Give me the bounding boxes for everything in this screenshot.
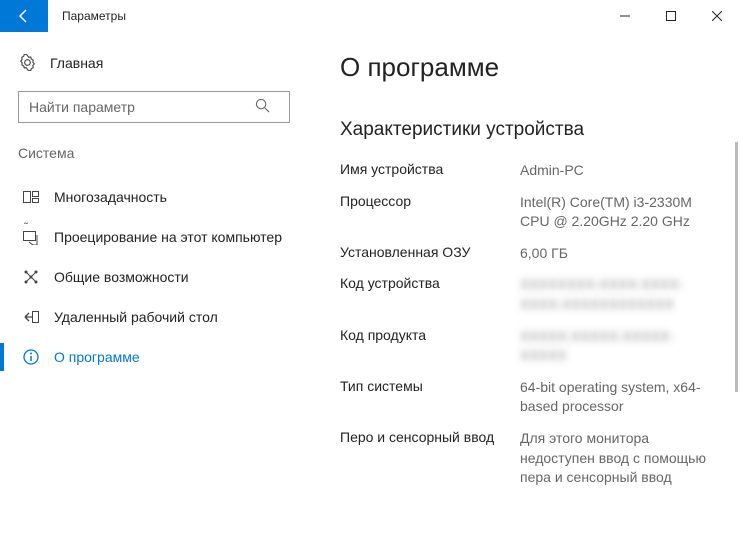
minimize-icon	[620, 11, 630, 21]
shared-icon	[22, 269, 40, 285]
sidebar-item-multitasking[interactable]: Многозадачность	[18, 177, 302, 217]
sidebar-item-label: Общие возможности	[54, 269, 189, 285]
multitasking-icon	[22, 189, 40, 205]
sidebar-nav: Многозадачность Проецирование на этот ко…	[18, 177, 302, 377]
spec-row-ram: Установленная ОЗУ 6,00 ГБ	[340, 244, 728, 264]
home-link[interactable]: Главная	[18, 50, 302, 75]
info-icon	[22, 349, 40, 365]
minimize-button[interactable]	[602, 0, 648, 32]
titlebar: Параметры	[0, 0, 740, 32]
sidebar-group-title: Система	[18, 145, 302, 161]
sidebar-item-label: Проецирование на этот компьютер	[54, 229, 282, 245]
spec-value-blurred: XXXXX-XXXXX-XXXXX-XXXXX	[520, 327, 728, 366]
spec-row-device-name: Имя устройства Admin-PC	[340, 161, 728, 181]
sidebar-item-shared-experiences[interactable]: Общие возможности	[18, 257, 302, 297]
content-area: Главная Система ͂ Многозадачность Проеци…	[0, 32, 740, 543]
spec-row-product-id: Код продукта XXXXX-XXXXX-XXXXX-XXXXX	[340, 327, 728, 366]
spec-value: Admin-PC	[520, 161, 728, 181]
search-box	[18, 91, 302, 123]
section-title-device-specs: Характеристики устройства	[340, 119, 728, 141]
maximize-icon	[666, 11, 676, 21]
spec-row-processor: Процессор Intel(R) Core(TM) i3-2330M CPU…	[340, 193, 728, 232]
spec-label: Перо и сенсорный ввод	[340, 429, 520, 445]
spec-label: Код устройства	[340, 275, 520, 291]
spec-label: Процессор	[340, 193, 520, 209]
sidebar-item-about[interactable]: О программе	[18, 337, 302, 377]
sidebar-item-label: Многозадачность	[54, 189, 167, 205]
gear-icon	[18, 54, 36, 71]
maximize-button[interactable]	[648, 0, 694, 32]
sidebar-item-remote-desktop[interactable]: Удаленный рабочий стол	[18, 297, 302, 337]
window-controls	[602, 0, 740, 32]
sidebar: Главная Система ͂ Многозадачность Проеци…	[0, 32, 320, 543]
spec-value: 6,00 ГБ	[520, 244, 728, 264]
main-pane: О программе Характеристики устройства Им…	[320, 32, 740, 543]
spec-label: Код продукта	[340, 327, 520, 343]
window-title: Параметры	[48, 0, 602, 32]
home-label: Главная	[50, 55, 103, 71]
spec-row-device-id: Код устройства XXXXXXXX-XXXX-XXXX-XXXX-X…	[340, 275, 728, 314]
spec-row-system-type: Тип системы 64-bit operating system, x64…	[340, 378, 728, 417]
spec-label: Тип системы	[340, 378, 520, 394]
page-title: О программе	[340, 52, 728, 83]
spec-value: 64-bit operating system, x64-based proce…	[520, 378, 728, 417]
spec-value: Intel(R) Core(TM) i3-2330M CPU @ 2.20GHz…	[520, 193, 728, 232]
spec-value: Для этого монитора недоступен ввод с пом…	[520, 429, 728, 488]
spec-label: Установленная ОЗУ	[340, 244, 520, 260]
search-icon	[255, 98, 270, 116]
back-button[interactable]	[0, 0, 48, 32]
spec-row-pen-touch: Перо и сенсорный ввод Для этого монитора…	[340, 429, 728, 488]
projecting-icon	[22, 229, 40, 245]
sidebar-item-label: Удаленный рабочий стол	[54, 309, 218, 325]
close-icon	[712, 11, 722, 21]
spec-value-blurred: XXXXXXXX-XXXX-XXXX-XXXX-XXXXXXXXXXXX	[520, 275, 728, 314]
search-input[interactable]	[18, 91, 290, 123]
scrollbar-thumb[interactable]	[735, 142, 738, 392]
remote-desktop-icon	[22, 309, 40, 325]
arrow-left-icon	[16, 8, 32, 24]
sidebar-item-projecting[interactable]: Проецирование на этот компьютер	[18, 217, 302, 257]
sidebar-item-label: О программе	[54, 349, 140, 365]
spec-label: Имя устройства	[340, 161, 520, 177]
close-button[interactable]	[694, 0, 740, 32]
